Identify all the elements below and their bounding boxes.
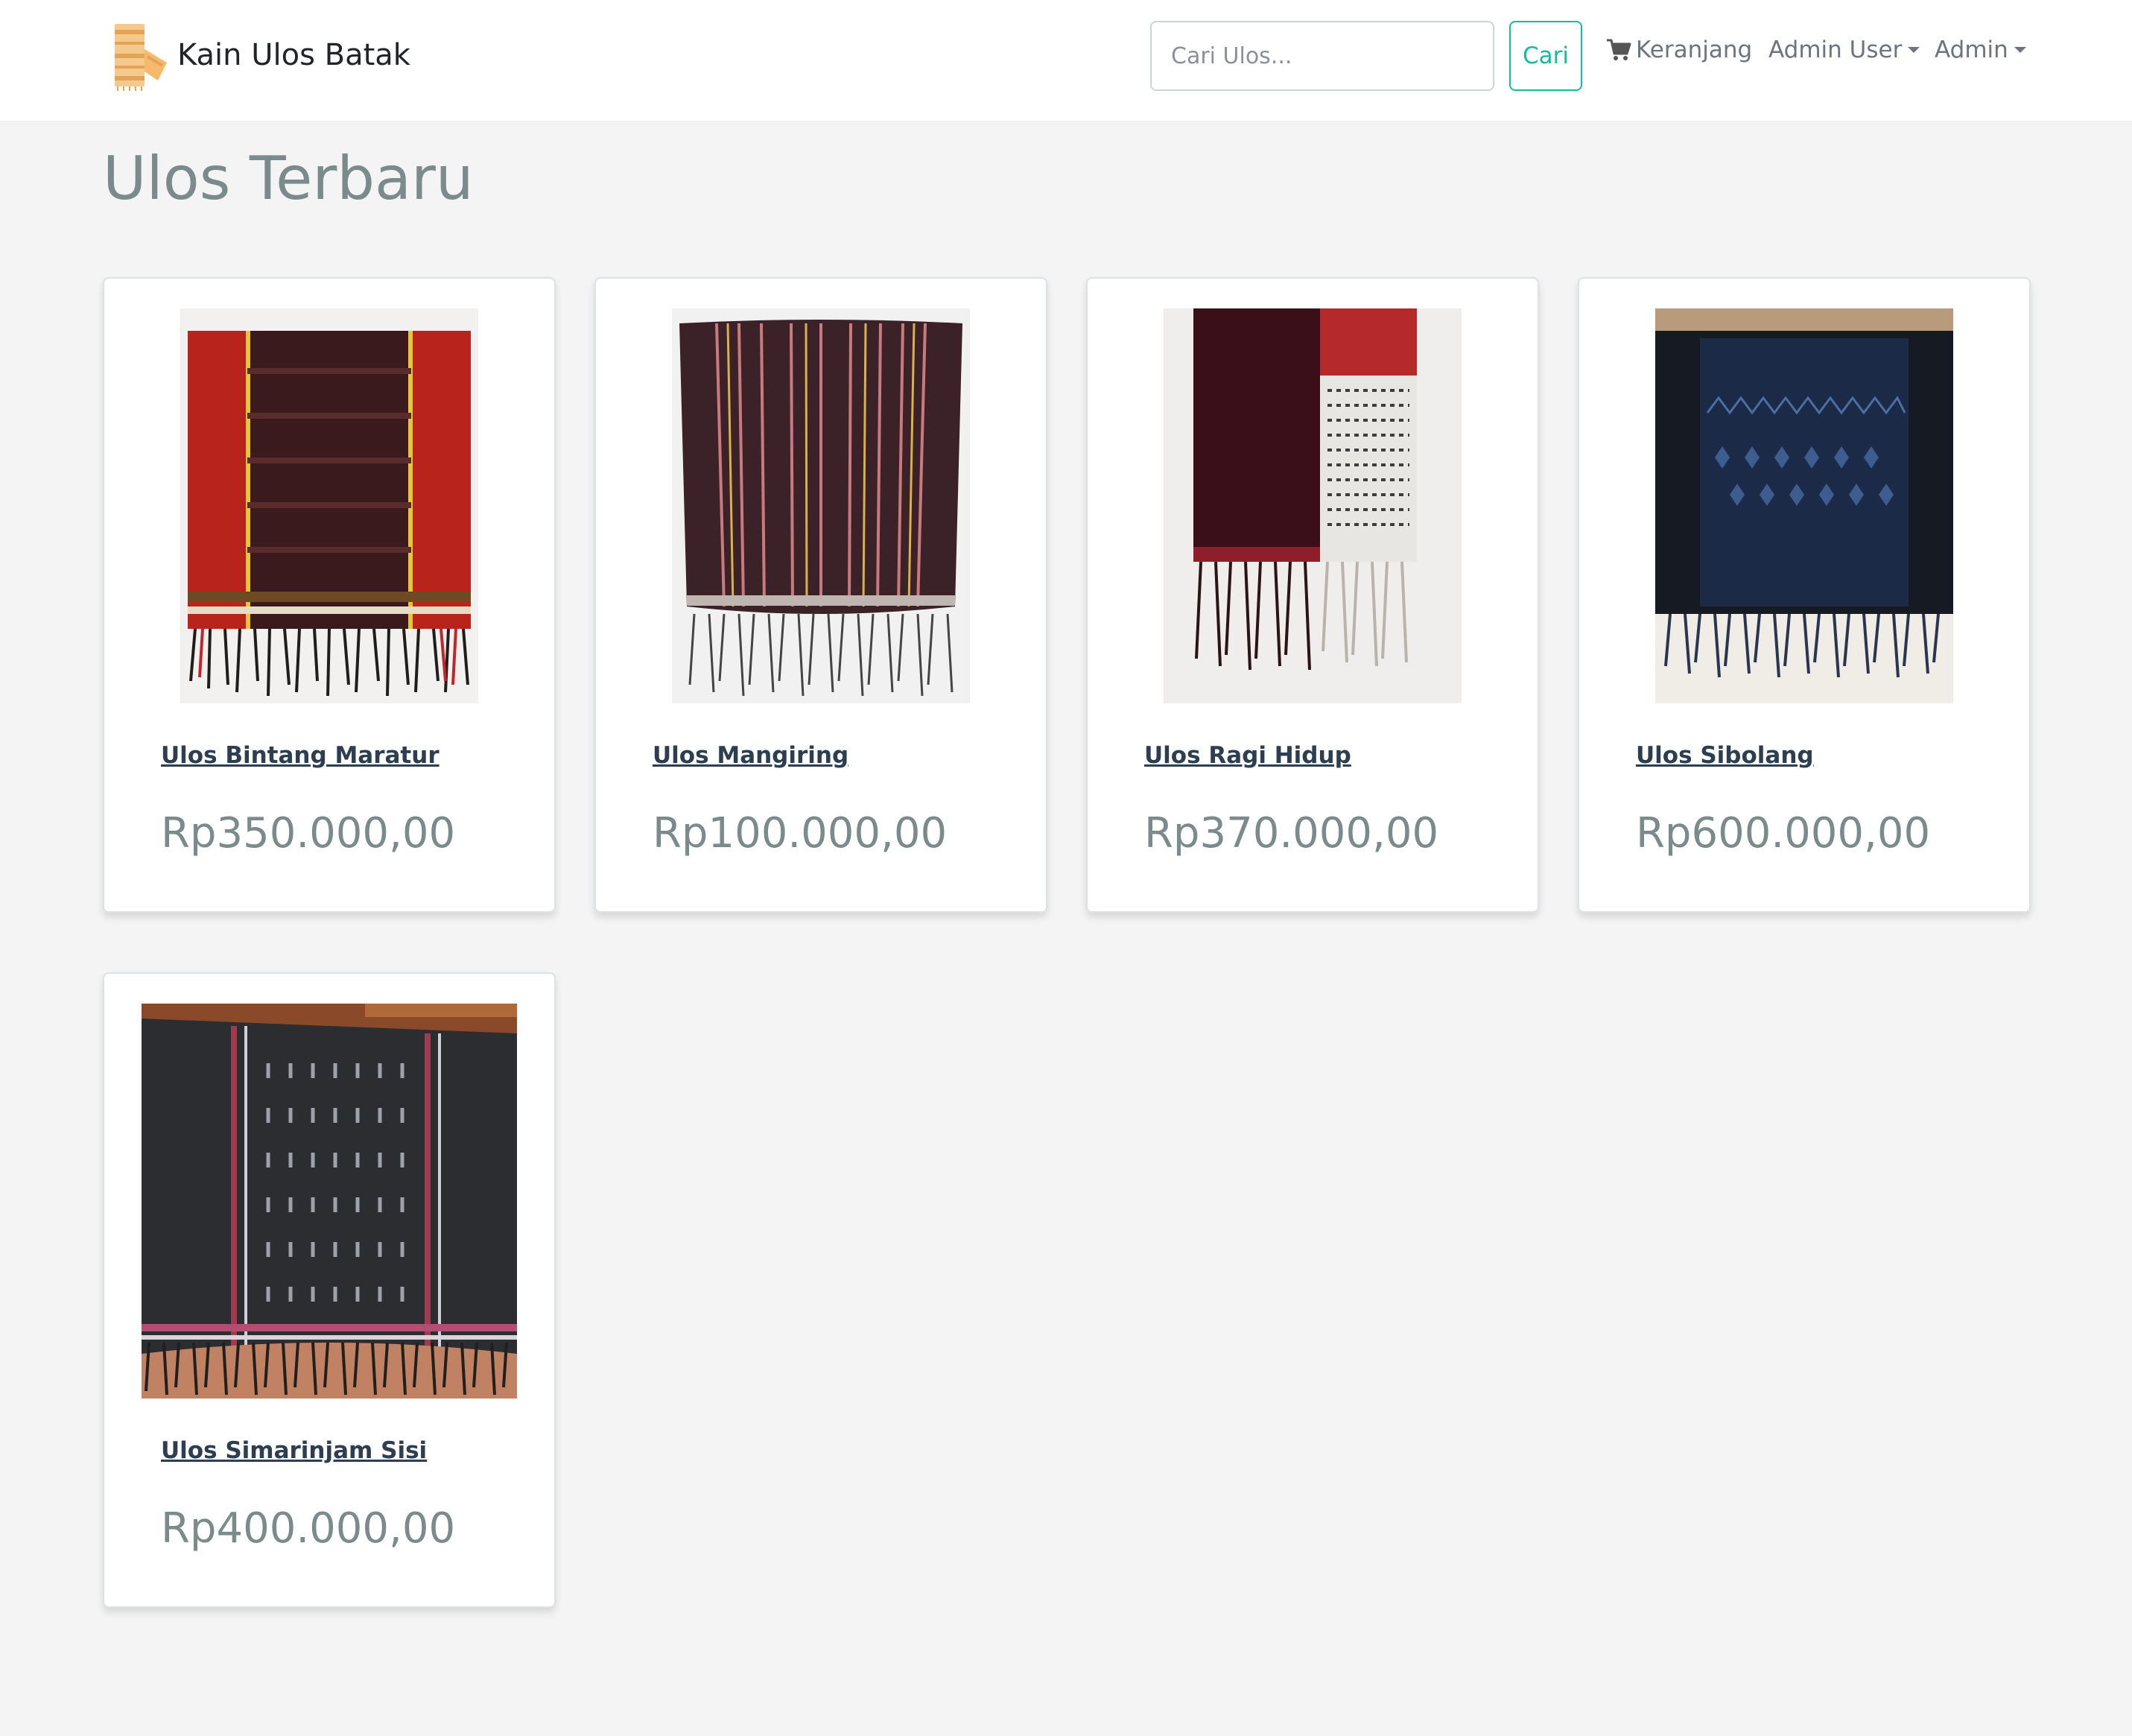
product-name-link[interactable]: Ulos Bintang Maratur xyxy=(161,742,440,769)
product-card: Ulos Ragi Hidup Rp370.000,00 xyxy=(1086,277,1539,913)
brand-name: Kain Ulos Batak xyxy=(177,38,410,72)
caret-down-icon xyxy=(2014,47,2026,53)
search-input[interactable] xyxy=(1150,21,1494,91)
product-card: Ulos Sibolang Rp600.000,00 xyxy=(1578,277,2031,913)
admin-user-label: Admin User xyxy=(1768,37,1903,63)
product-price: Rp400.000,00 xyxy=(161,1504,456,1553)
search-button[interactable]: Cari xyxy=(1509,21,1582,91)
product-name-link[interactable]: Ulos Simarinjam Sisi xyxy=(161,1437,427,1464)
product-price: Rp370.000,00 xyxy=(1144,809,1439,858)
admin-label: Admin xyxy=(1935,37,2008,63)
cart-label: Keranjang xyxy=(1636,37,1753,63)
product-name-link[interactable]: Ulos Ragi Hidup xyxy=(1144,742,1351,769)
admin-user-dropdown[interactable]: Admin User xyxy=(1768,31,1920,69)
product-price: Rp600.000,00 xyxy=(1636,809,1931,858)
product-card: Ulos Bintang Maratur Rp350.000,00 xyxy=(103,277,556,913)
product-price: Rp100.000,00 xyxy=(653,809,948,858)
product-image-sibolang[interactable] xyxy=(1655,308,1953,703)
product-card: Ulos Mangiring Rp100.000,00 xyxy=(594,277,1047,913)
ulos-logo-icon xyxy=(112,19,170,91)
shopping-cart-icon xyxy=(1606,38,1636,62)
product-image-bintang-maratur[interactable] xyxy=(180,308,478,703)
product-image-simarinjam-sisi[interactable] xyxy=(142,1004,517,1398)
product-price: Rp350.000,00 xyxy=(161,809,456,858)
admin-dropdown[interactable]: Admin xyxy=(1935,31,2026,69)
product-image-ragi-hidup[interactable] xyxy=(1164,308,1462,703)
caret-down-icon xyxy=(1908,47,1920,53)
product-name-link[interactable]: Ulos Sibolang xyxy=(1636,742,1814,769)
product-name-link[interactable]: Ulos Mangiring xyxy=(653,742,848,769)
cart-link[interactable]: Keranjang xyxy=(1606,31,1752,69)
page-title: Ulos Terbaru xyxy=(103,144,474,213)
brand-link[interactable]: Kain Ulos Batak xyxy=(112,19,410,91)
navbar: Kain Ulos Batak Cari Keranjang Admin Use… xyxy=(0,0,2132,121)
product-image-mangiring[interactable] xyxy=(672,308,970,703)
product-card: Ulos Simarinjam Sisi Rp400.000,00 xyxy=(103,972,556,1608)
